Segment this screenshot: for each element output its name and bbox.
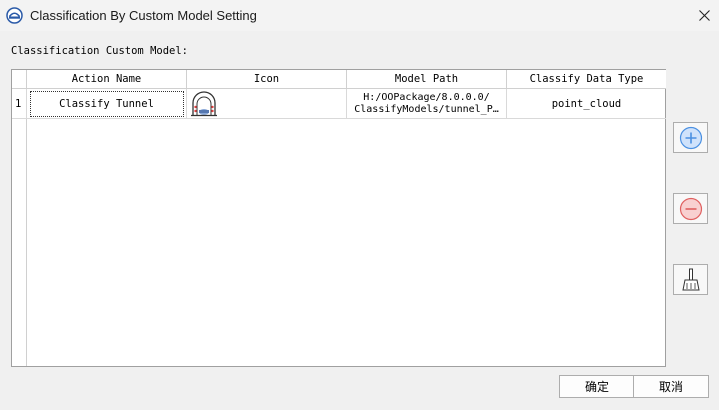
row-header-column: [12, 89, 27, 366]
section-label: Classification Custom Model:: [11, 45, 189, 57]
title-bar: Classification By Custom Model Setting: [0, 0, 719, 31]
column-header-classify-data-type[interactable]: Classify Data Type: [507, 70, 666, 89]
model-table[interactable]: Action Name Icon Model Path Classify Dat…: [11, 69, 666, 367]
cancel-button[interactable]: 取消: [633, 375, 709, 398]
row-number[interactable]: 1: [12, 89, 27, 119]
app-logo-icon: [6, 7, 23, 24]
cell-model-path[interactable]: H:/OOPackage/8.0.0.0/ ClassifyModels/tun…: [347, 89, 507, 119]
cell-action-name-text: Classify Tunnel: [59, 97, 154, 110]
cell-classify-data-type[interactable]: point_cloud: [507, 89, 666, 119]
remove-row-button[interactable]: [673, 193, 708, 224]
model-path-line-1: H:/OOPackage/8.0.0.0/: [363, 91, 490, 103]
model-path-line-2: ClassifyModels/tunnel_P…: [354, 103, 499, 115]
broom-icon: [681, 268, 700, 290]
column-header-action-name[interactable]: Action Name: [27, 70, 187, 89]
tunnel-icon: [191, 90, 217, 116]
cell-action-name[interactable]: Classify Tunnel: [27, 89, 187, 119]
close-icon: [698, 10, 710, 21]
clear-button[interactable]: [673, 264, 708, 295]
column-header-model-path[interactable]: Model Path: [347, 70, 507, 89]
plus-circle-icon: [679, 126, 702, 149]
table-corner: [12, 70, 27, 89]
ok-button[interactable]: 确定: [559, 375, 635, 398]
close-button[interactable]: [689, 0, 719, 31]
cell-icon[interactable]: [187, 89, 347, 119]
minus-circle-icon: [679, 197, 702, 220]
column-header-icon[interactable]: Icon: [187, 70, 347, 89]
window-title: Classification By Custom Model Setting: [30, 8, 257, 23]
add-row-button[interactable]: [673, 122, 708, 153]
